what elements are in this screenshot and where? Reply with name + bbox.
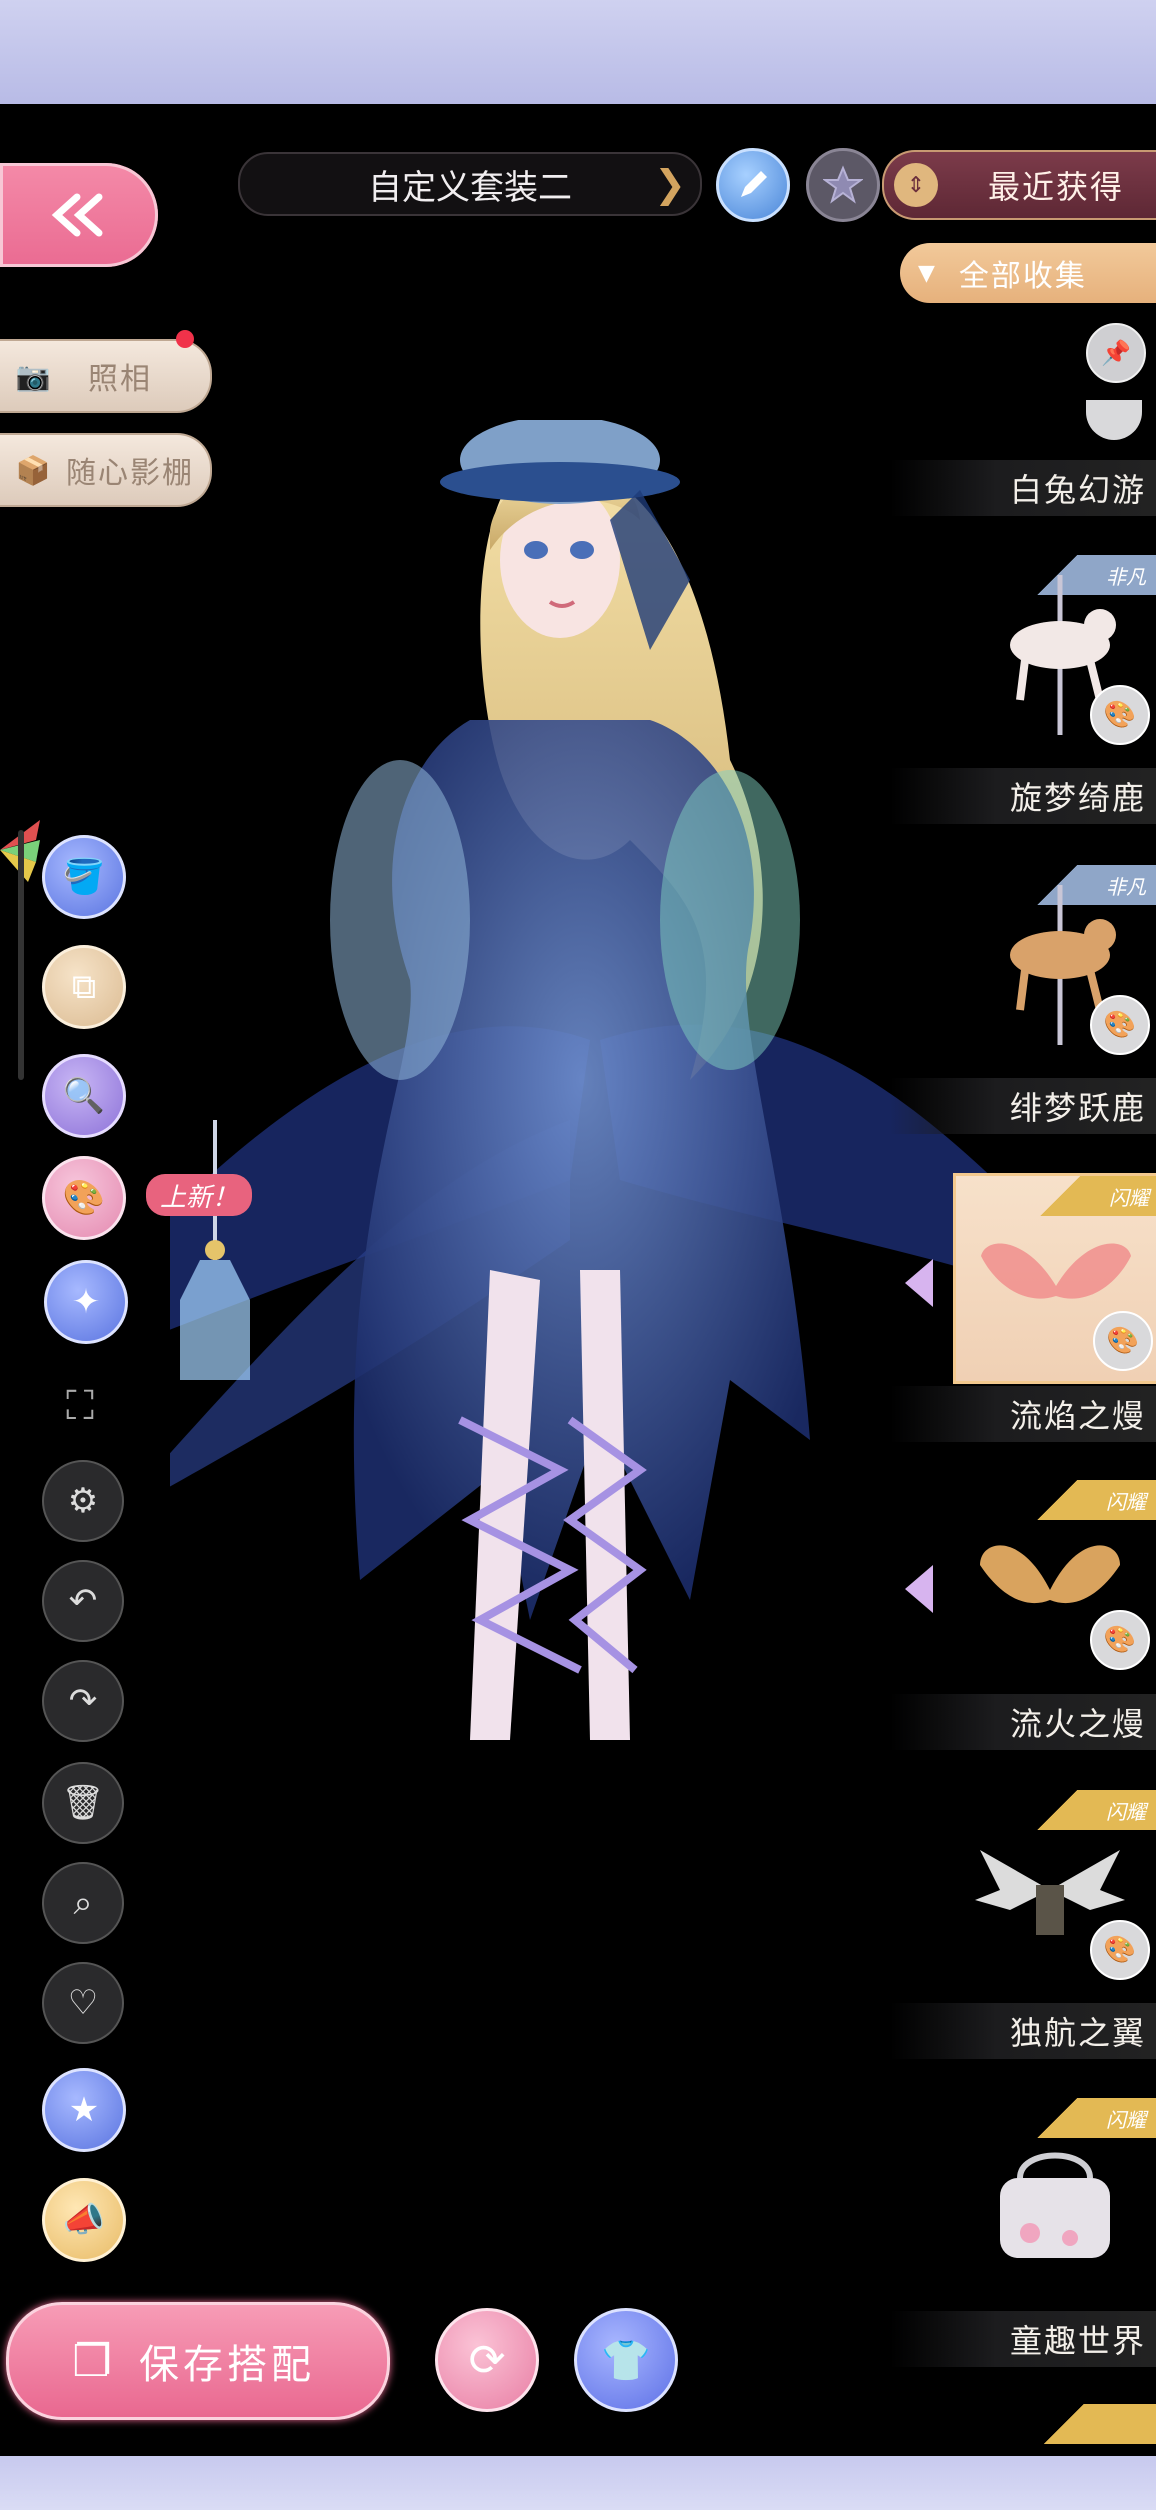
notification-dot (176, 330, 194, 348)
camera-icon: 📷 (15, 359, 51, 393)
rarity-tag: 闪耀 (1026, 1480, 1156, 1520)
pin-icon: 📌 (1101, 339, 1131, 367)
dye-button[interactable]: 🎨 (1090, 1920, 1150, 1980)
announcement-button[interactable]: 📣 (42, 2178, 126, 2262)
item-card[interactable]: 非凡 🎨 (950, 865, 1156, 1065)
back-button[interactable] (0, 163, 158, 267)
trash-icon: 🗑 (61, 1783, 105, 1823)
pin-button[interactable]: 📌 (1086, 323, 1146, 383)
redo-icon: ↷ (68, 1681, 98, 1721)
sort-dropdown[interactable]: ⇕ 最近获得 (882, 150, 1156, 220)
selected-indicator (905, 1259, 933, 1307)
filter-label: 全部收集 (958, 259, 1087, 294)
gear-icon: ⚙ (67, 1481, 99, 1521)
rarity-tag: 闪耀 (1029, 1176, 1156, 1216)
dye-button[interactable]: 🎨 (1093, 1311, 1153, 1371)
paint-bucket-icon: 🪣 (62, 857, 106, 897)
inspect-button[interactable]: 🔍 (42, 1054, 126, 1138)
dye-button[interactable]: 🎨 (1090, 995, 1150, 1055)
star-badge-icon: ★ (68, 2090, 100, 2130)
redo-button[interactable]: ↷ (42, 1660, 124, 1742)
bag-icon (1000, 2152, 1110, 2258)
photo-label: 照相 (88, 362, 152, 397)
studio-label: 随心影棚 (66, 456, 194, 491)
rarity-tag: 闪耀 (1026, 2098, 1156, 2138)
item-card[interactable]: 闪耀 🎨 (950, 1790, 1156, 1990)
switch-outfit-icon: ⟳ (468, 2334, 506, 2386)
undo-button[interactable]: ↶ (42, 1560, 124, 1642)
background-button[interactable]: 🪣 (42, 835, 126, 919)
studio-button[interactable]: 📦 随心影棚 (0, 433, 212, 507)
item-name: 流焰之熳 (1009, 1397, 1146, 1435)
outfit-name: 自定义套装二 (368, 167, 572, 208)
photo-button[interactable]: 📷 照相 (0, 339, 212, 413)
megaphone-icon: 📣 (62, 2200, 106, 2240)
search-icon: ⌕ (73, 1883, 93, 1923)
sort-label: 最近获得 (988, 168, 1125, 206)
item-card[interactable]: 非凡 🎨 (950, 555, 1156, 755)
item-name: 白兔幻游 (1009, 471, 1146, 509)
status-bar-background (0, 0, 1156, 107)
item-card[interactable]: 闪耀 (950, 2098, 1156, 2298)
item-name: 绯梦跃鹿 (1009, 1089, 1146, 1127)
item-card[interactable]: 闪耀 🎨 (950, 1480, 1156, 1680)
chevron-right-icon: ❯ (654, 162, 686, 206)
filter-dropdown[interactable]: ▼ 全部收集 (900, 243, 1156, 303)
save-outfit-button[interactable]: ❐ 保存搭配 (6, 2302, 390, 2420)
shirt-icon: 👕 (601, 2337, 651, 2384)
wardrobe-button[interactable]: 👕 (574, 2308, 678, 2412)
rarity-tag: 闪耀 (1026, 1790, 1156, 1830)
list-item[interactable]: 流焰之熳 (890, 1386, 1156, 1442)
double-chevron-left-icon (51, 193, 103, 237)
outfit-switch-button[interactable]: ⟳ (435, 2308, 539, 2412)
delete-button[interactable]: 🗑 (42, 1762, 124, 1844)
heart-icon: ♡ (67, 1983, 99, 2023)
star-icon (823, 165, 863, 204)
item-name: 童趣世界 (1009, 2322, 1146, 2360)
box-icon: 📦 (15, 453, 51, 487)
save-label: 保存搭配 (139, 2342, 315, 2388)
settings-button[interactable]: ⚙ (42, 1460, 124, 1542)
collection-star-button[interactable]: ★ (42, 2068, 126, 2152)
item-name: 旋梦绮鹿 (1009, 779, 1146, 817)
dye-palette-button[interactable]: 🎨 (42, 1156, 126, 1240)
list-item[interactable]: 独航之翼 (890, 2003, 1156, 2059)
like-button[interactable]: ♡ (42, 1962, 124, 2044)
layers-icon: ⧉ (71, 967, 97, 1007)
pose-icon: ✦ (71, 1282, 101, 1322)
item-indicator (905, 1565, 933, 1613)
undo-icon: ↶ (68, 1581, 98, 1621)
fullscreen-button[interactable]: ⛶ (52, 1378, 108, 1434)
dye-button[interactable]: 🎨 (1090, 1610, 1150, 1670)
character-model (170, 420, 1010, 1740)
favorite-outfit-button[interactable] (806, 148, 880, 222)
triangle-down-icon: ▼ (918, 260, 935, 286)
item-name: 流火之熳 (1009, 1705, 1146, 1743)
fullscreen-icon: ⛶ (66, 1383, 94, 1429)
outfit-name-selector[interactable]: 自定义套装二 ❯ (238, 152, 702, 216)
list-item[interactable]: 旋梦绮鹿 (890, 768, 1156, 824)
dye-button[interactable]: 🎨 (1090, 685, 1150, 745)
list-item[interactable]: 绯梦跃鹿 (890, 1078, 1156, 1134)
list-item[interactable]: 白兔幻游 (890, 460, 1156, 516)
item-card-selected[interactable]: 闪耀 🎨 (953, 1173, 1156, 1384)
list-item[interactable]: 童趣世界 (890, 2311, 1156, 2367)
search-button[interactable]: ⌕ (42, 1862, 124, 1944)
item-name: 独航之翼 (1009, 2014, 1146, 2052)
save-cards-icon: ❐ (72, 2335, 112, 2387)
zoom-slider[interactable] (18, 830, 24, 1080)
pose-button[interactable]: ✦ (44, 1260, 128, 1344)
bottom-frame (0, 2456, 1156, 2510)
magnifier-icon: 🔍 (62, 1076, 106, 1116)
sort-icon: ⇕ (894, 163, 938, 207)
list-item[interactable]: 流火之熳 (890, 1694, 1156, 1750)
new-badge: 上新！ (146, 1174, 253, 1216)
rename-button[interactable] (716, 148, 790, 222)
palette-icon: 🎨 (62, 1178, 106, 1218)
rarity-tag-partial (1036, 2404, 1156, 2444)
pencil-icon (741, 171, 767, 197)
layer-button[interactable]: ⧉ (42, 945, 126, 1029)
